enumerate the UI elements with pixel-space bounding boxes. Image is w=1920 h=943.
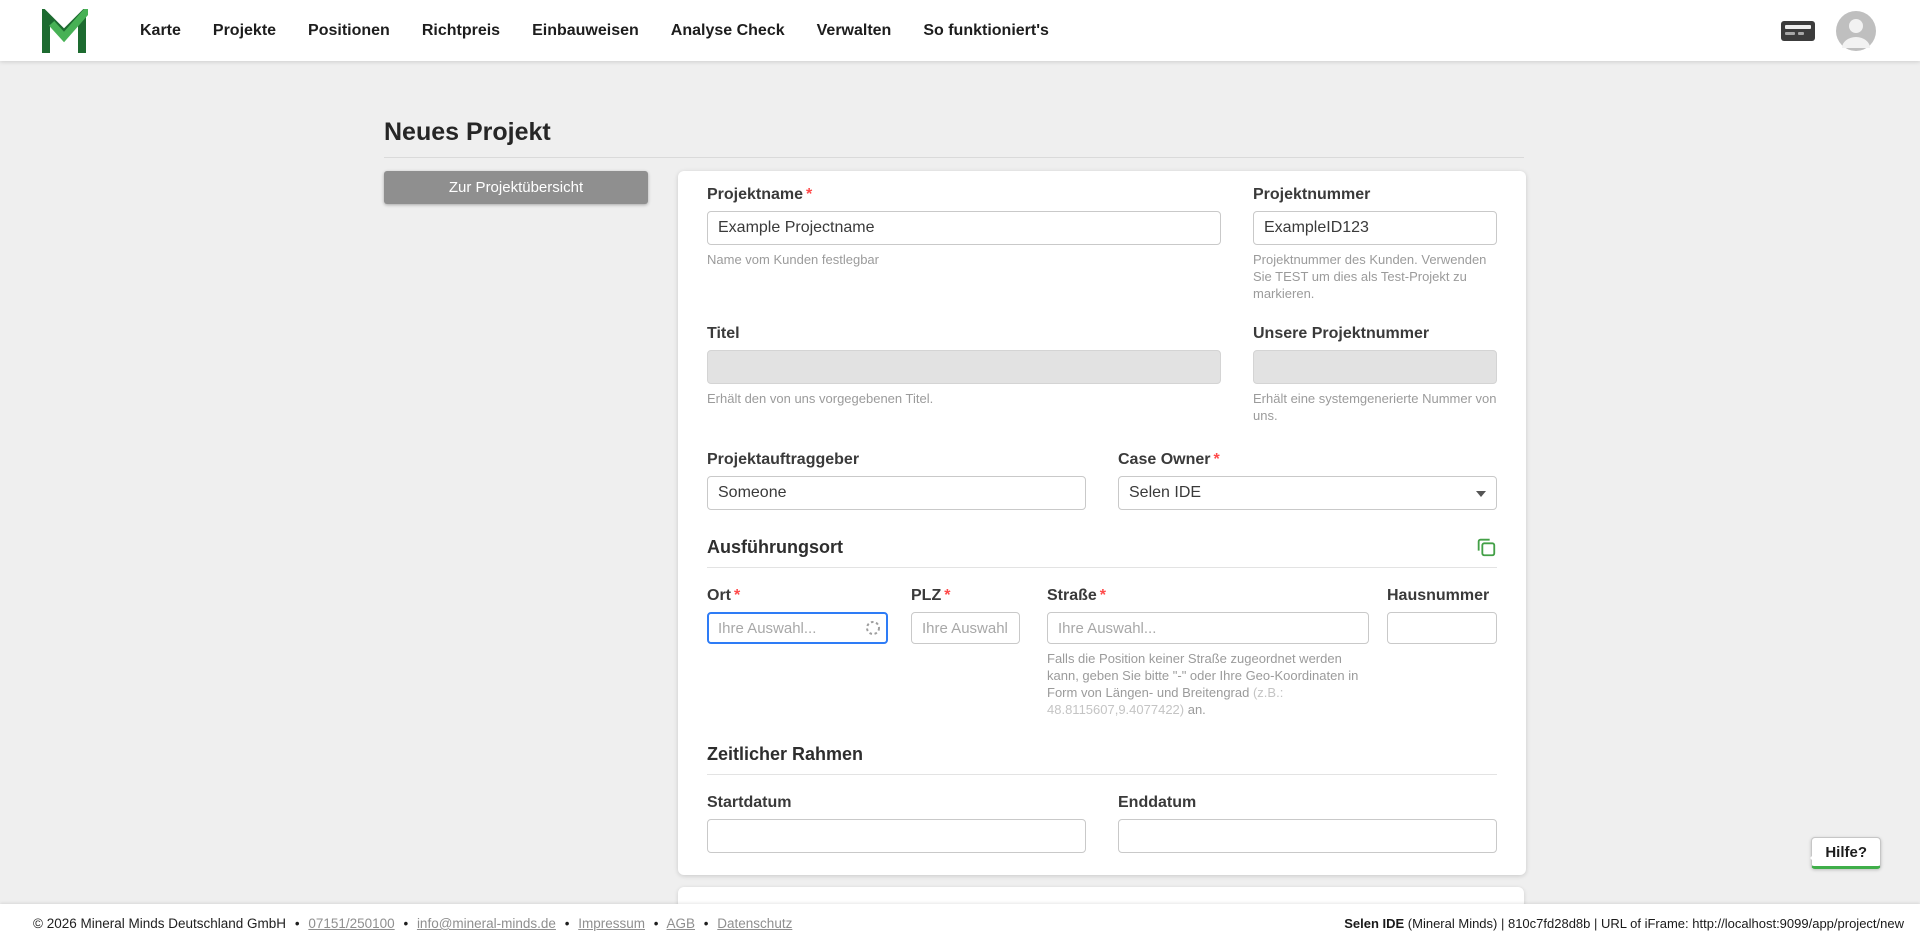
case-owner-label: Case Owner * [1118,451,1220,468]
case-owner-selected-value: Selen IDE [1129,484,1202,501]
section-divider [707,774,1497,775]
user-avatar-icon[interactable] [1836,10,1876,51]
strasse-input[interactable] [1047,612,1369,644]
required-marker: * [1099,587,1107,604]
projektnummer-hint: Projektnummer des Kunden. Verwenden Sie … [1253,252,1487,301]
enddatum-input[interactable] [1118,819,1497,853]
required-marker: * [806,186,813,203]
section-zeitlicher-rahmen-title: Zeitlicher Rahmen [707,744,864,764]
nav-karte[interactable]: Karte [124,12,197,50]
row-dates: Startdatum Enddatum [707,793,1497,853]
nav-einbauweisen[interactable]: Einbauweisen [516,12,655,50]
nav-analyse-check[interactable]: Analyse Check [655,12,801,50]
nav-verwalten[interactable]: Verwalten [801,12,908,50]
row-location: Ort* PLZ* [707,586,1497,718]
case-owner-select[interactable]: Selen IDE [1118,476,1497,510]
required-marker: * [944,587,951,604]
section-divider [707,567,1497,568]
session-user: Selen IDE [1344,916,1405,931]
footer-link-impressum[interactable]: Impressum [578,916,645,931]
plz-label: PLZ * [911,587,951,604]
footer: © 2026 Mineral Minds Deutschland GmbH • … [0,904,1920,943]
projektname-label: Projektname * [707,186,813,203]
unsere-projektnummer-label: Unsere Projektnummer [1253,325,1430,342]
ort-input[interactable] [707,612,888,644]
section-ausfuehrungsort-title: Ausführungsort [707,536,843,557]
card-terminal-icon[interactable] [1780,18,1816,44]
separator-dot: • [653,916,659,931]
field-hausnummer: Hausnummer [1387,586,1497,644]
mineral-minds-logo-icon[interactable] [40,8,88,53]
projektauftraggeber-label: Projektauftraggeber [707,451,860,468]
navbar-right [1780,10,1876,51]
hausnummer-label: Hausnummer [1387,587,1490,604]
row-auftraggeber-owner: Projektauftraggeber Case Owner* Selen ID… [707,450,1497,510]
titel-input [707,350,1221,384]
row-titel-unsere-nummer: Titel Erhält den von uns vorgegebenen Ti… [707,324,1497,424]
startdatum-label: Startdatum [707,794,792,811]
section-zeitlicher-rahmen-header: Zeitlicher Rahmen [707,744,1497,765]
back-to-project-overview-button[interactable]: Zur Projektübersicht [384,171,648,204]
titel-hint: Erhält den von uns vorgegebenen Titel. [707,391,934,406]
strasse-hint: Falls die Position keiner Straße zugeord… [1047,651,1359,717]
session-info: Selen IDE (Mineral Minds) | 810c7fd28d8b… [1344,916,1904,931]
unsere-projektnummer-hint: Erhält eine systemgenerierte Nummer von … [1253,391,1497,423]
enddatum-label: Enddatum [1118,794,1197,811]
field-projektname: Projektname* Name vom Kunden festlegbar [707,185,1221,302]
top-navbar: Karte Projekte Positionen Richtpreis Ein… [0,0,1920,61]
required-marker: * [734,587,741,604]
nav-so-funktionierts[interactable]: So funktioniert's [907,12,1065,50]
projektnummer-label: Projektnummer [1253,186,1371,203]
footer-link-datenschutz[interactable]: Datenschutz [717,916,792,931]
separator-dot: • [564,916,570,931]
field-projektnummer: Projektnummer Projektnummer des Kunden. … [1253,185,1497,302]
field-unsere-projektnummer: Unsere Projektnummer Erhält eine systemg… [1253,324,1497,424]
projektauftraggeber-input[interactable] [707,476,1086,510]
ort-input-wrap [707,612,888,644]
projektname-input[interactable] [707,211,1221,245]
hausnummer-input[interactable] [1387,612,1497,644]
row-name-number: Projektname* Name vom Kunden festlegbar … [707,185,1497,302]
required-marker: * [1213,451,1220,468]
field-startdatum: Startdatum [707,793,1086,853]
projektname-hint: Name vom Kunden festlegbar [707,252,879,267]
field-titel: Titel Erhält den von uns vorgegebenen Ti… [707,324,1221,424]
startdatum-input[interactable] [707,819,1086,853]
field-plz: PLZ * [911,586,1020,644]
copyright-text: © 2026 Mineral Minds Deutschland GmbH [33,916,287,931]
separator-dot: • [403,916,409,931]
nav-richtpreis[interactable]: Richtpreis [406,12,516,50]
strasse-label: Straße * [1047,587,1107,604]
ort-label: Ort * [707,587,741,604]
chevron-down-icon [1476,491,1486,497]
main-navigation: Karte Projekte Positionen Richtpreis Ein… [124,12,1065,50]
projektnummer-input[interactable] [1253,211,1497,245]
field-ort: Ort * [707,586,888,644]
left-column: Zur Projektübersicht [384,171,648,204]
nav-projekte[interactable]: Projekte [197,12,292,50]
nav-positionen[interactable]: Positionen [292,12,406,50]
title-divider [384,157,1524,158]
titel-label: Titel [707,325,740,342]
field-strasse: Straße* Falls die Position keiner Straße… [1047,586,1369,718]
field-enddatum: Enddatum [1118,793,1497,853]
main-content: Neues Projekt Zur Projektübersicht Proje… [384,0,1526,909]
session-details: (Mineral Minds) | 810c7fd28d8b | URL of … [1404,916,1904,931]
plz-input[interactable] [911,612,1020,644]
new-project-form-card: Projektname* Name vom Kunden festlegbar … [678,171,1526,875]
footer-link-agb[interactable]: AGB [667,916,696,931]
unsere-projektnummer-input [1253,350,1497,384]
page-body: Zur Projektübersicht Projektname* Name v… [384,171,1526,875]
section-ausfuehrungsort-header: Ausführungsort [707,536,1497,558]
help-button[interactable]: Hilfe? [1810,837,1881,869]
separator-dot: • [703,916,709,931]
field-projektauftraggeber: Projektauftraggeber [707,450,1086,510]
separator-dot: • [294,916,300,931]
page-title: Neues Projekt [384,118,551,146]
duplicate-icon[interactable] [1475,536,1497,558]
field-case-owner: Case Owner * Selen IDE [1118,450,1497,510]
footer-left: © 2026 Mineral Minds Deutschland GmbH • … [33,916,792,931]
footer-link-email[interactable]: info@mineral-minds.de [417,916,556,931]
footer-link-phone[interactable]: 07151/250100 [308,916,394,931]
